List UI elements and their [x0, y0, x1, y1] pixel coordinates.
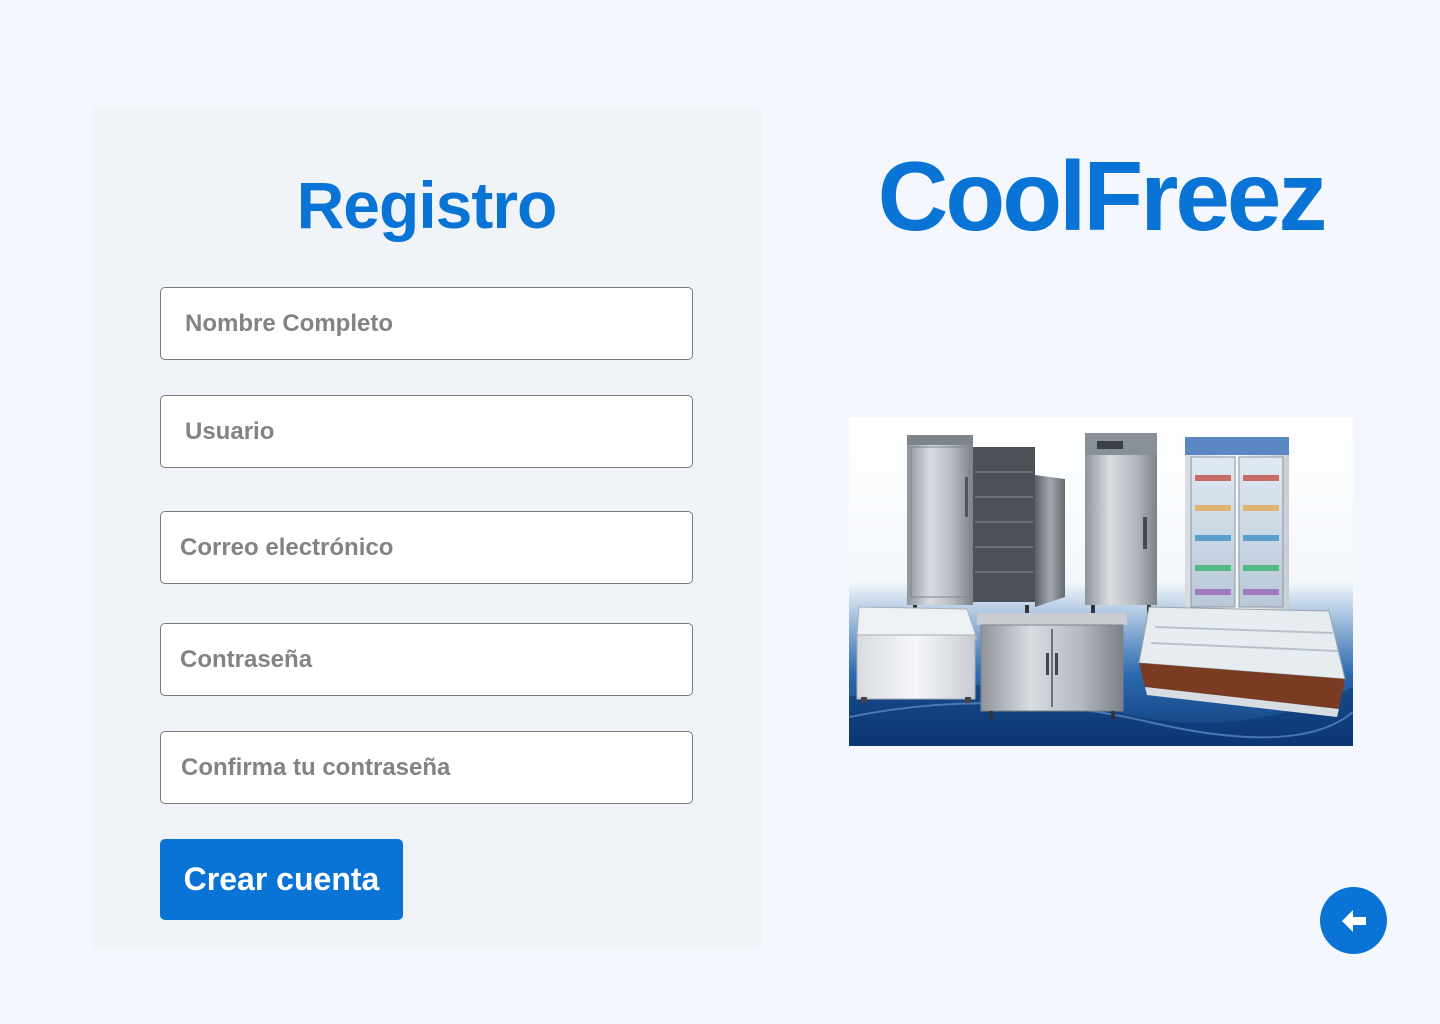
brand-title: CoolFreez [877, 141, 1328, 251]
confirm-password-input[interactable] [160, 731, 693, 804]
full-name-input[interactable] [160, 287, 693, 360]
email-input[interactable] [160, 511, 693, 584]
create-account-button[interactable]: Crear cuenta [160, 839, 403, 920]
password-input[interactable] [160, 623, 693, 696]
back-button[interactable] [1320, 887, 1387, 954]
username-input[interactable] [160, 395, 693, 468]
registration-card: Registro Crear cuenta [91, 107, 762, 949]
refrigeration-products-image [849, 417, 1353, 746]
arrow-left-icon [1341, 909, 1366, 932]
form-title: Registro [296, 168, 558, 242]
